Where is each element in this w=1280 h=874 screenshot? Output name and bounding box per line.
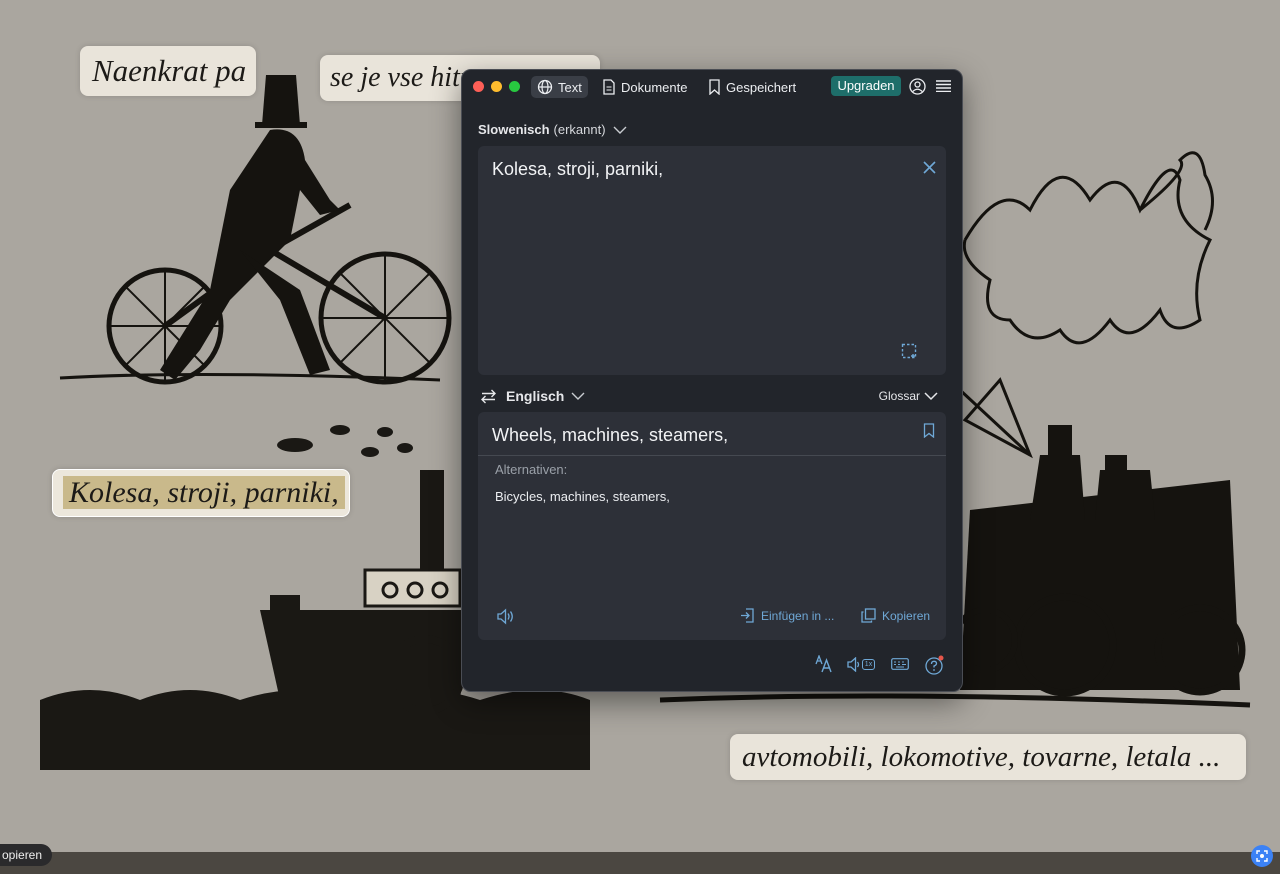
speak-translation-button[interactable] [495,606,515,626]
speaker-icon [496,608,513,624]
user-icon [908,77,926,95]
tab-text[interactable]: Text [531,76,588,98]
copy-button[interactable]: Kopieren [861,608,930,623]
copy-icon [861,608,876,623]
screen-capture-corner-button[interactable] [1251,845,1273,867]
title-bar: Text Dokumente Gespeichert Upgraden [462,70,962,102]
speed-badge: 1x [861,658,876,670]
keyboard-shortcuts-button[interactable] [890,655,910,673]
target-bar: Englisch Glossar [478,385,946,407]
translation-text[interactable]: Wheels, machines, steamers, [492,425,728,446]
screen-capture-button[interactable] [900,342,918,360]
alternative-translation[interactable]: Bicycles, machines, steamers, [495,489,670,504]
source-language-name: Slowenisch [478,122,550,137]
upgrade-button[interactable]: Upgraden [831,76,901,96]
capture-icon [1256,850,1268,862]
bookmark-icon [709,79,720,95]
tab-dokumente[interactable]: Dokumente [596,76,693,98]
caption-text: avtomobili, lokomotive, tovarne, letala … [742,741,1221,773]
detected-label: (erkannt) [553,122,606,137]
close-window-button[interactable] [473,81,484,92]
speech-speed-button[interactable]: 1x [846,654,876,674]
source-language-selector[interactable]: Slowenisch (erkannt) [478,122,627,137]
source-text-area[interactable]: Kolesa, stroji, parniki, [478,146,946,375]
hamburger-icon [935,80,951,92]
divider [478,455,946,456]
caption-text: Naenkrat pa [92,53,247,88]
keyboard-icon [891,658,909,670]
close-icon [922,160,936,174]
tab-label: Gespeichert [726,79,797,95]
copy-label: Kopieren [882,608,931,623]
font-size-button[interactable] [814,654,834,674]
screen-region-icon [901,343,917,359]
clear-text-button[interactable] [921,159,937,175]
caption-kolesa-highlighted: Kolesa, stroji, parniki, [52,469,350,517]
insert-label: Einfügen in ... [761,608,835,623]
source-text[interactable]: Kolesa, stroji, parniki, [492,159,663,180]
menu-button[interactable] [935,78,951,94]
caption-naenkrat: Naenkrat pa [80,46,256,96]
tab-gespeichert[interactable]: Gespeichert [702,76,802,98]
target-language-name: Englisch [506,388,565,404]
bottom-toolbar: 1x [462,652,962,678]
swap-arrows-icon [480,389,496,403]
help-icon [925,655,944,675]
zoom-window-button[interactable] [509,81,520,92]
kopieren-pill-button[interactable]: opieren [0,844,53,866]
chevron-down-icon [613,126,627,134]
target-language-selector[interactable]: Englisch [506,388,585,404]
speaker-icon [847,656,859,672]
alternatives-label: Alternativen: [495,462,568,477]
minimize-window-button[interactable] [491,81,502,92]
glossary-label: Glossar [878,389,920,403]
globe-icon [537,79,553,95]
text-size-icon [815,655,832,673]
insert-icon [741,608,754,623]
bookmark-icon [923,423,935,438]
caption-avtomobili: avtomobili, lokomotive, tovarne, letala … [730,734,1246,780]
caption-text: Kolesa, stroji, parniki, [63,476,345,509]
account-button[interactable] [908,77,926,95]
swap-languages-button[interactable] [478,387,498,405]
save-translation-button[interactable] [921,422,937,439]
tab-label: Text [558,79,582,95]
chevron-down-icon [571,392,585,400]
glossary-dropdown[interactable]: Glossar [879,389,938,403]
chevron-down-icon [924,392,938,401]
tab-label: Dokumente [621,79,688,95]
translation-panel: Wheels, machines, steamers, Alternativen… [478,412,946,640]
insert-into-button[interactable]: Einfügen in ... [740,608,834,623]
help-button[interactable] [923,654,945,676]
document-icon [603,79,615,95]
translator-window: Text Dokumente Gespeichert Upgraden Slow… [461,69,963,692]
